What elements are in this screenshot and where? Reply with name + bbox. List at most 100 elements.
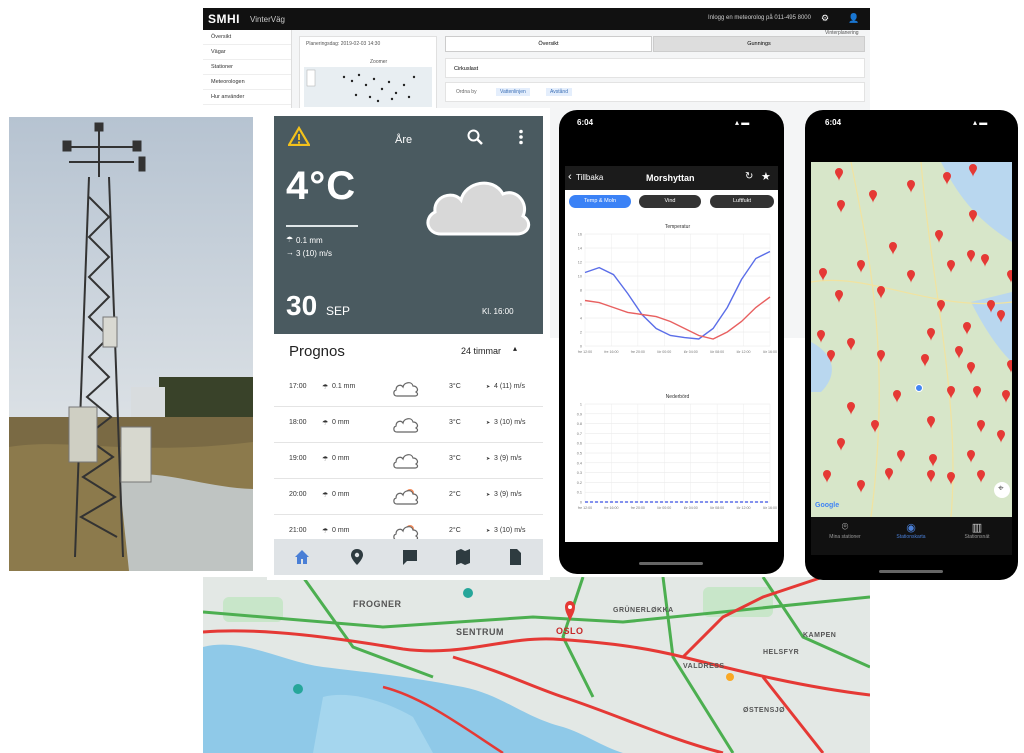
traffic-map-canvas <box>203 577 870 753</box>
refresh-icon[interactable]: ↻ <box>745 171 753 182</box>
pill-vind[interactable]: Vind <box>639 195 701 208</box>
row-time: 18:00 <box>289 419 307 426</box>
sidebar-item-vagar[interactable]: Vägar <box>203 45 291 60</box>
precip-icon: ☂ <box>322 384 329 391</box>
row-precip: 0 mm <box>332 491 350 498</box>
traffic-map[interactable]: FROGNER SENTRUM OSLO GRÜNERLØKKA KAMPEN … <box>203 577 870 753</box>
filter-chip[interactable]: Avstånd <box>546 88 572 96</box>
sidebar-item-hur[interactable]: Hur använder <box>203 90 291 105</box>
sidebar-item-stationer[interactable]: Stationer <box>203 60 291 75</box>
weather-station-photo <box>9 117 253 571</box>
x-tick-label: fre 12:00 <box>578 350 592 354</box>
map-label: SENTRUM <box>456 627 504 637</box>
row-time: 19:00 <box>289 455 307 462</box>
series-line <box>584 250 771 340</box>
prognos-list: Prognos 24 timmar ▴ 17:00 ☂ 0.1 mm 3°C ➤ 4 (1… <box>274 334 543 551</box>
row-time: 21:00 <box>289 527 307 534</box>
back-button[interactable]: Tillbaka <box>576 173 603 182</box>
settings-icon[interactable]: ⚙ <box>821 13 829 24</box>
row-wind: 3 (10) m/s <box>494 419 526 426</box>
y-tick-label: 10 <box>578 275 582 279</box>
iphone-map-app: 6:04 ▴ ▬ Google ⌖ ⌾ Mina stationer ◉ Sta… <box>805 110 1018 580</box>
back-chevron-icon[interactable]: ‹ <box>568 171 572 183</box>
x-tick-label: fre 16:00 <box>604 350 618 354</box>
mini-map[interactable] <box>304 67 432 107</box>
x-tick-label: fre 16:00 <box>604 506 618 510</box>
y-tick-label: 8 <box>580 289 582 293</box>
document-icon[interactable] <box>505 547 525 567</box>
x-tick-label: lör 00:00 <box>657 506 671 510</box>
filter-chip[interactable]: Vattenlinjen <box>496 88 530 96</box>
sidebar-item-oversikt[interactable]: Översikt <box>203 30 291 45</box>
prognos-title: Prognos <box>289 343 345 360</box>
y-tick-label: 0.7 <box>577 432 582 436</box>
chart-canvas: Temperatur0246810121416fre 12:00 fre 16:0… <box>577 224 777 510</box>
locate-button[interactable]: ⌖ <box>994 482 1010 498</box>
x-tick-label: lör 00:00 <box>657 350 671 354</box>
star-icon[interactable]: ★ <box>761 170 771 183</box>
y-tick-label: 0.6 <box>577 442 582 446</box>
y-tick-label: 4 <box>580 317 582 321</box>
target-icon: ◉ <box>906 522 916 534</box>
precip-icon: ☂ <box>322 456 329 463</box>
pin-icon: ⌾ <box>841 521 849 533</box>
row-wind: 3 (10) m/s <box>494 527 526 534</box>
user-icon[interactable]: 👤 <box>848 13 859 24</box>
row-time: 17:00 <box>289 383 307 390</box>
weather-station-image <box>9 117 253 571</box>
iphone-chart-app: 6:04 ▴ ▬ ‹ Tillbaka Morshyttan ↻ ★ Temp … <box>559 110 784 574</box>
chart-title: Temperatur <box>665 224 691 230</box>
tab-stationskarta[interactable]: ◉ Stationskarta <box>881 521 941 540</box>
status-icons: ▴ ▬ <box>973 118 988 127</box>
station-map[interactable]: Google ⌖ <box>811 162 1012 517</box>
message-icon[interactable] <box>400 547 420 567</box>
app-name: VinterVäg <box>250 15 285 24</box>
date-month: SEP <box>326 304 351 318</box>
pill-temp-moln[interactable]: Temp & Moln <box>569 195 631 208</box>
y-tick-label: 0.8 <box>577 422 582 426</box>
tab-stationsnat[interactable]: ▥ Stationsnät <box>947 521 1007 540</box>
search-icon[interactable] <box>467 129 483 145</box>
contact-text: Inlogg en meteorolog på 011-495 8000 <box>708 15 811 21</box>
status-time: 6:04 <box>577 118 594 127</box>
tab-gunnings[interactable]: Gunnings <box>653 36 865 52</box>
sidebar-item-meteorologen[interactable]: Meteorologen <box>203 75 291 90</box>
precip-icon: ☂ <box>322 492 329 499</box>
x-tick-label: lör 04:00 <box>684 350 698 354</box>
chart-title: Nederbörd <box>666 394 690 400</box>
map-label: HELSFYR <box>763 649 800 656</box>
tab-oversikt[interactable]: Översikt <box>445 36 652 52</box>
map-label: VALDRESS <box>683 663 725 670</box>
warning-icon[interactable] <box>288 126 310 146</box>
chevron-up-icon[interactable]: ▴ <box>513 344 517 353</box>
map-tabbar: ⌾ Mina stationer ◉ Stationskarta ▥ Stati… <box>811 517 1012 555</box>
map-icon[interactable] <box>453 547 473 567</box>
filter-label: Ordna by <box>456 89 477 95</box>
home-icon[interactable] <box>292 547 312 567</box>
current-precip: 0.1 mm <box>296 236 323 245</box>
precip-icon: ☂ <box>322 528 329 535</box>
pill-luftfukt[interactable]: Luftfukt <box>710 195 774 208</box>
map-icon: ▥ <box>971 522 983 534</box>
x-tick-label: lör 12:00 <box>737 350 751 354</box>
location-icon[interactable] <box>347 547 367 567</box>
map-label: KAMPEN <box>803 632 837 639</box>
y-tick-label: 1 <box>580 403 582 407</box>
precip-icon: ☂ <box>286 235 294 244</box>
tab-mina-stationer[interactable]: ⌾ Mina stationer <box>815 521 875 540</box>
tab-label: Stationsnät <box>964 534 990 540</box>
y-tick-label: 0.3 <box>577 471 582 475</box>
x-tick-label: fre 12:00 <box>578 506 592 510</box>
period-selector[interactable]: 24 timmar <box>461 346 501 356</box>
x-tick-label: lör 08:00 <box>710 506 724 510</box>
filter-bar: Ordna by Vattenlinjen Avstånd <box>445 82 865 102</box>
row-wind: 3 (9) m/s <box>494 455 522 462</box>
location-name: Åre <box>395 134 413 146</box>
web-topbar: SMHI VinterVäg Inlogg en meteorolog på 0… <box>203 8 870 30</box>
x-tick-label: lör 12:00 <box>737 506 751 510</box>
more-menu-icon[interactable] <box>518 129 524 145</box>
row-temp: 3°C <box>449 383 461 390</box>
cloud-icon <box>426 181 531 236</box>
y-tick-label: 0 <box>580 345 582 349</box>
wind-arrow-icon: ➤ <box>486 492 491 498</box>
